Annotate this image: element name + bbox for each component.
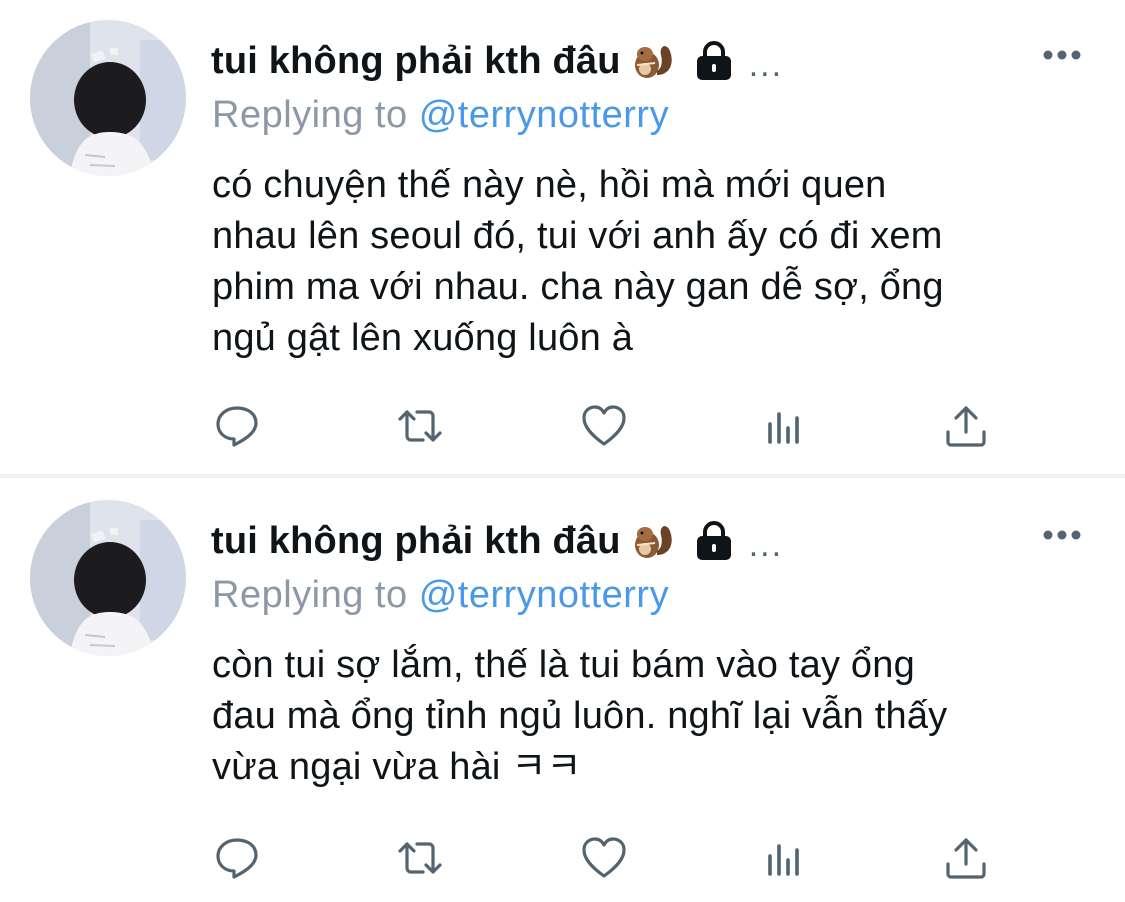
share-button[interactable] — [936, 396, 996, 456]
share-icon — [946, 838, 986, 879]
stats-icon — [768, 844, 799, 876]
lock-icon — [693, 520, 735, 562]
reply-button[interactable] — [207, 828, 267, 888]
reply-handle-link[interactable]: @terrynotterry — [419, 574, 669, 616]
tweet-1[interactable]: tui không phải kth đâu ... Replying to @… — [0, 0, 1125, 474]
reply-prefix: Replying to — [212, 574, 408, 616]
like-icon — [582, 405, 626, 446]
like-icon — [582, 837, 626, 878]
like-button[interactable] — [574, 828, 634, 888]
chipmunk-icon — [631, 41, 677, 81]
chipmunk-icon — [631, 521, 677, 561]
tweet-header: tui không phải kth đâu ... — [211, 516, 783, 566]
tweet-text: còn tui sợ lắm, thế là tui bám vào tay ổ… — [212, 644, 948, 788]
action-bar — [0, 396, 1125, 456]
retweet-button[interactable] — [390, 828, 450, 888]
display-name[interactable]: tui không phải kth đâu — [211, 520, 621, 563]
retweet-icon — [398, 842, 442, 874]
display-name[interactable]: tui không phải kth đâu — [211, 40, 621, 83]
replying-to: Replying to @terrynotterry — [212, 574, 669, 617]
stats-button[interactable] — [756, 828, 816, 888]
reply-icon — [216, 406, 258, 447]
reply-icon — [216, 838, 258, 879]
replying-to: Replying to @terrynotterry — [212, 94, 669, 137]
name-overflow: ... — [748, 45, 784, 84]
lock-icon — [693, 40, 735, 82]
reply-prefix: Replying to — [212, 94, 408, 136]
share-button[interactable] — [936, 828, 996, 888]
share-icon — [946, 406, 986, 447]
more-options-icon[interactable] — [1040, 40, 1084, 70]
reply-handle-link[interactable]: @terrynotterry — [419, 94, 669, 136]
like-button[interactable] — [574, 396, 634, 456]
tweet-header: tui không phải kth đâu ... — [211, 36, 783, 86]
stats-button[interactable] — [756, 396, 816, 456]
avatar[interactable] — [30, 20, 186, 176]
tweet-2[interactable]: tui không phải kth đâu ... Replying to @… — [0, 478, 1125, 902]
reply-button[interactable] — [207, 396, 267, 456]
avatar[interactable] — [30, 500, 186, 656]
avatar-photo — [30, 20, 186, 176]
action-bar — [0, 828, 1125, 888]
avatar-photo — [30, 500, 186, 656]
more-options-icon[interactable] — [1040, 520, 1084, 550]
name-overflow: ... — [748, 525, 784, 564]
stats-icon — [768, 412, 799, 444]
retweet-icon — [398, 410, 442, 442]
retweet-button[interactable] — [390, 396, 450, 456]
tweet-text: có chuyện thế này nè, hồi mà mới quen nh… — [212, 164, 944, 359]
